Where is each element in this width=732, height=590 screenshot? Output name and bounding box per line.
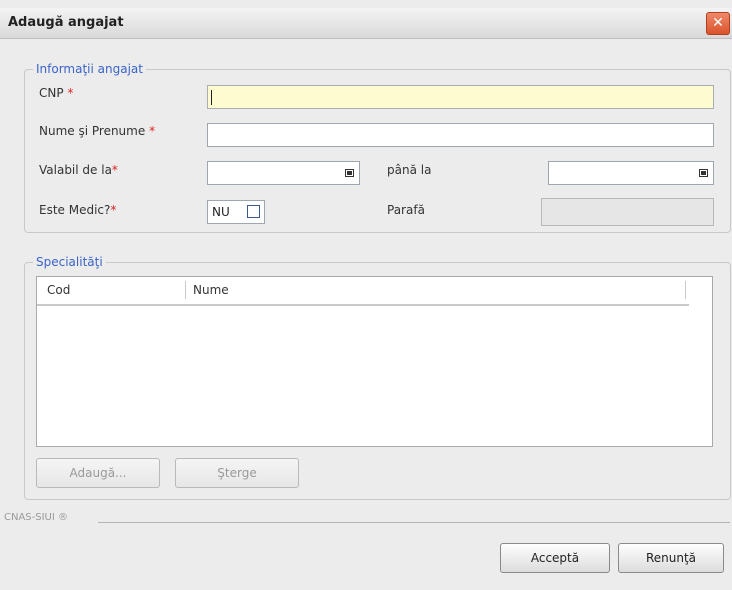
column-separator[interactable] xyxy=(685,281,686,299)
column-header-cod[interactable]: Cod xyxy=(47,283,70,297)
cnp-label: CNP * xyxy=(39,86,74,100)
delete-specialty-button[interactable]: Şterge xyxy=(175,458,299,488)
required-mark: * xyxy=(67,86,74,100)
brand-label: CNAS-SIUI ® xyxy=(4,512,69,523)
title-bar[interactable]: Adaugă angajat ✕ xyxy=(0,8,732,39)
parafa-input xyxy=(541,198,714,226)
is-medic-field: NU xyxy=(207,200,265,224)
parafa-label: Parafă xyxy=(387,203,425,217)
valid-from-label: Valabil de la* xyxy=(39,163,118,177)
valid-to-date-input[interactable] xyxy=(548,161,714,185)
cancel-button[interactable]: Renunţă xyxy=(618,543,724,573)
specialties-table[interactable]: Cod Nume xyxy=(36,276,713,447)
accept-button[interactable]: Acceptă xyxy=(500,543,610,573)
close-icon: ✕ xyxy=(712,15,724,31)
specialties-legend: Specialităţi xyxy=(33,255,106,269)
is-medic-value: NU xyxy=(212,205,230,219)
required-mark: * xyxy=(149,124,156,138)
valid-to-label: până la xyxy=(387,163,432,177)
calendar-icon[interactable] xyxy=(699,169,708,177)
column-separator[interactable] xyxy=(185,281,186,299)
table-header: Cod Nume xyxy=(37,277,689,306)
cnp-input[interactable] xyxy=(207,85,714,109)
valid-from-date-input[interactable] xyxy=(207,161,360,185)
name-input[interactable] xyxy=(207,123,714,147)
required-mark: * xyxy=(110,203,117,217)
close-button[interactable]: ✕ xyxy=(706,12,730,35)
add-employee-dialog: Adaugă angajat ✕ Informaţii angajat CNP … xyxy=(0,0,732,590)
footer-divider xyxy=(98,522,730,523)
window-title: Adaugă angajat xyxy=(8,15,124,30)
text-caret xyxy=(211,90,212,105)
add-specialty-button[interactable]: Adaugă... xyxy=(36,458,160,488)
is-medic-checkbox[interactable] xyxy=(247,205,260,218)
column-header-nume[interactable]: Nume xyxy=(193,283,229,297)
employee-info-legend: Informaţii angajat xyxy=(33,62,146,76)
calendar-icon[interactable] xyxy=(345,169,354,177)
required-mark: * xyxy=(111,163,118,177)
name-label: Nume şi Prenume * xyxy=(39,124,156,138)
is-medic-label: Este Medic?* xyxy=(39,203,117,217)
